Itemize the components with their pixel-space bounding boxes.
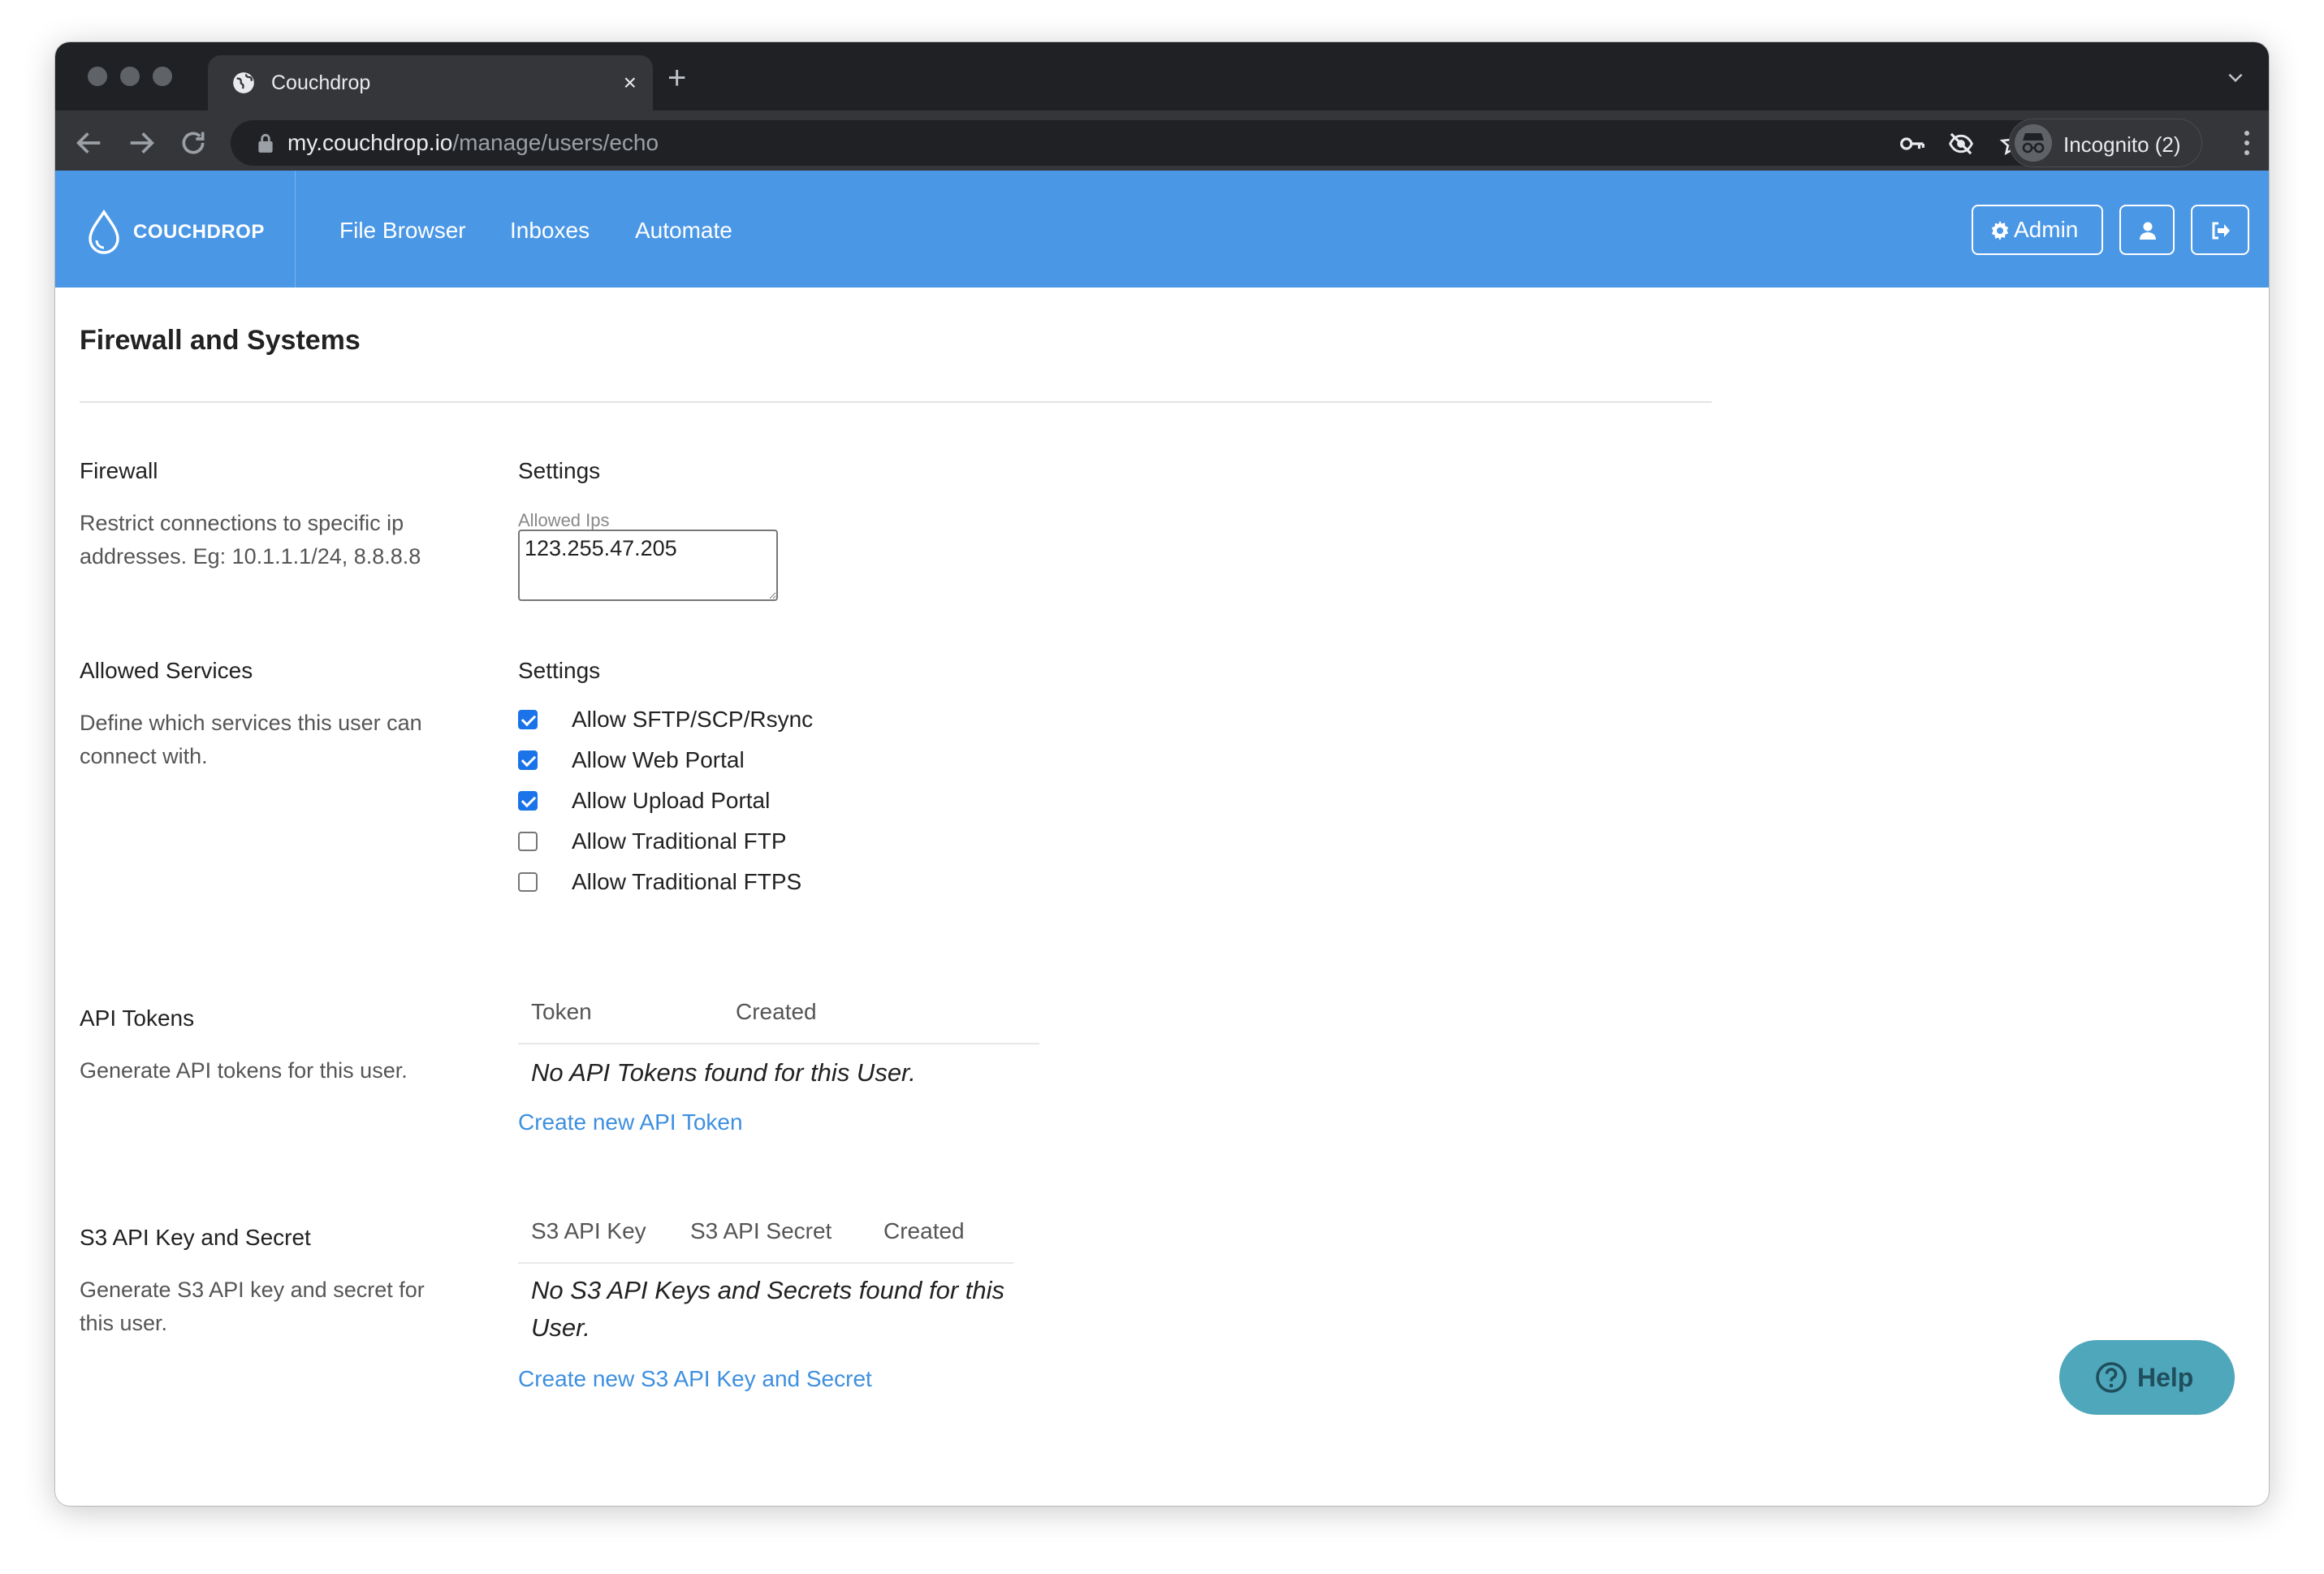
firewall-description: Restrict connections to specific ip addr… [80, 511, 421, 569]
tab-close-icon[interactable]: × [624, 71, 637, 94]
s3-description: Generate S3 API key and secret for this … [80, 1278, 425, 1335]
ftp-checkbox[interactable] [518, 832, 538, 851]
help-button[interactable]: Help [2059, 1340, 2235, 1415]
nav-automate[interactable]: Automate [635, 218, 732, 244]
s3-secret-column-header: S3 API Secret [690, 1218, 832, 1243]
tab-strip: Couchdrop × + [55, 42, 2269, 110]
web-portal-label: Allow Web Portal [572, 747, 745, 772]
incognito-badge[interactable]: Incognito (2) [2009, 119, 2202, 167]
services-settings-label: Settings [518, 658, 601, 683]
app-header: COUCHDROP File Browser Inboxes Automate … [55, 171, 2269, 288]
eye-off-icon[interactable] [1947, 130, 1975, 158]
s3-title: S3 API Key and Secret [80, 1225, 311, 1250]
globe-icon [233, 72, 254, 93]
services-description: Define which services this user can conn… [80, 711, 422, 768]
token-created-column-header: Created [736, 999, 817, 1024]
url-text: my.couchdrop.io/manage/users/echo [287, 130, 659, 156]
api-tokens-table-rule [518, 1043, 1039, 1044]
profile-button[interactable] [2119, 205, 2175, 255]
web-portal-checkbox[interactable] [518, 750, 538, 770]
upload-portal-checkbox[interactable] [518, 791, 538, 811]
url-path: /manage/users/echo [452, 130, 659, 155]
allowed-ips-textarea[interactable]: 123.255.47.205 [518, 530, 778, 601]
chevron-down-icon[interactable] [2225, 67, 2246, 88]
upload-portal-label: Allow Upload Portal [572, 788, 771, 813]
browser-tab[interactable]: Couchdrop × [208, 55, 653, 110]
window-close-dot[interactable] [88, 67, 107, 86]
new-tab-button[interactable]: + [667, 62, 686, 94]
incognito-icon [2015, 124, 2052, 162]
page-title: Firewall and Systems [80, 325, 361, 356]
logout-button[interactable] [2191, 205, 2249, 255]
back-arrow-icon[interactable] [73, 127, 106, 159]
incognito-label: Incognito (2) [2063, 132, 2181, 157]
nav-inboxes[interactable]: Inboxes [510, 218, 590, 244]
api-tokens-description: Generate API tokens for this user. [80, 1058, 408, 1083]
services-title: Allowed Services [80, 658, 253, 683]
admin-label: Admin [2014, 217, 2079, 242]
brand-logo[interactable]: COUCHDROP [55, 171, 296, 288]
brand-name: COUCHDROP [133, 221, 265, 243]
s3-key-column-header: S3 API Key [531, 1218, 646, 1243]
water-drop-icon [89, 210, 119, 254]
firewall-settings-label: Settings [518, 458, 601, 483]
page-content: Firewall and Systems Firewall Restrict c… [55, 288, 2269, 1506]
window-zoom-dot[interactable] [153, 67, 172, 86]
ftp-label: Allow Traditional FTP [572, 828, 787, 854]
ftps-label: Allow Traditional FTPS [572, 869, 802, 894]
lock-icon [258, 133, 273, 153]
firewall-title: Firewall [80, 458, 158, 483]
token-column-header: Token [531, 999, 592, 1024]
create-s3-key-link[interactable]: Create new S3 API Key and Secret [518, 1366, 872, 1392]
sign-out-icon [2212, 222, 2230, 240]
s3-empty-message: No S3 API Keys and Secrets found for thi… [531, 1276, 1004, 1342]
address-bar[interactable]: my.couchdrop.io/manage/users/echo [231, 120, 2147, 166]
api-tokens-title: API Tokens [80, 1005, 195, 1031]
reload-icon[interactable] [177, 127, 210, 159]
create-api-token-link[interactable]: Create new API Token [518, 1109, 743, 1135]
api-tokens-empty-message: No API Tokens found for this User. [531, 1058, 916, 1087]
window-minimize-dot[interactable] [120, 67, 140, 86]
user-icon [2140, 222, 2156, 240]
sftp-checkbox[interactable] [518, 710, 538, 729]
help-label: Help [2137, 1363, 2194, 1392]
sftp-label: Allow SFTP/SCP/Rsync [572, 707, 814, 732]
forward-arrow-icon[interactable] [125, 127, 158, 159]
question-circle-icon [2096, 1362, 2127, 1393]
s3-table-rule [518, 1262, 1013, 1264]
browser-window: Couchdrop × + my.couchdrop.io/manage/use… [55, 42, 2269, 1506]
s3-created-column-header: Created [883, 1218, 965, 1243]
nav-file-browser[interactable]: File Browser [339, 218, 466, 244]
key-icon[interactable] [1899, 130, 1926, 158]
tab-title: Couchdrop [271, 71, 371, 94]
gear-icon [1991, 221, 2009, 240]
admin-button[interactable]: Admin [1972, 205, 2103, 255]
allowed-ips-label: Allowed Ips [518, 510, 610, 530]
url-host: my.couchdrop.io [287, 130, 453, 155]
title-divider [80, 401, 1712, 403]
ftps-checkbox[interactable] [518, 872, 538, 892]
more-menu-icon[interactable] [2243, 128, 2251, 158]
